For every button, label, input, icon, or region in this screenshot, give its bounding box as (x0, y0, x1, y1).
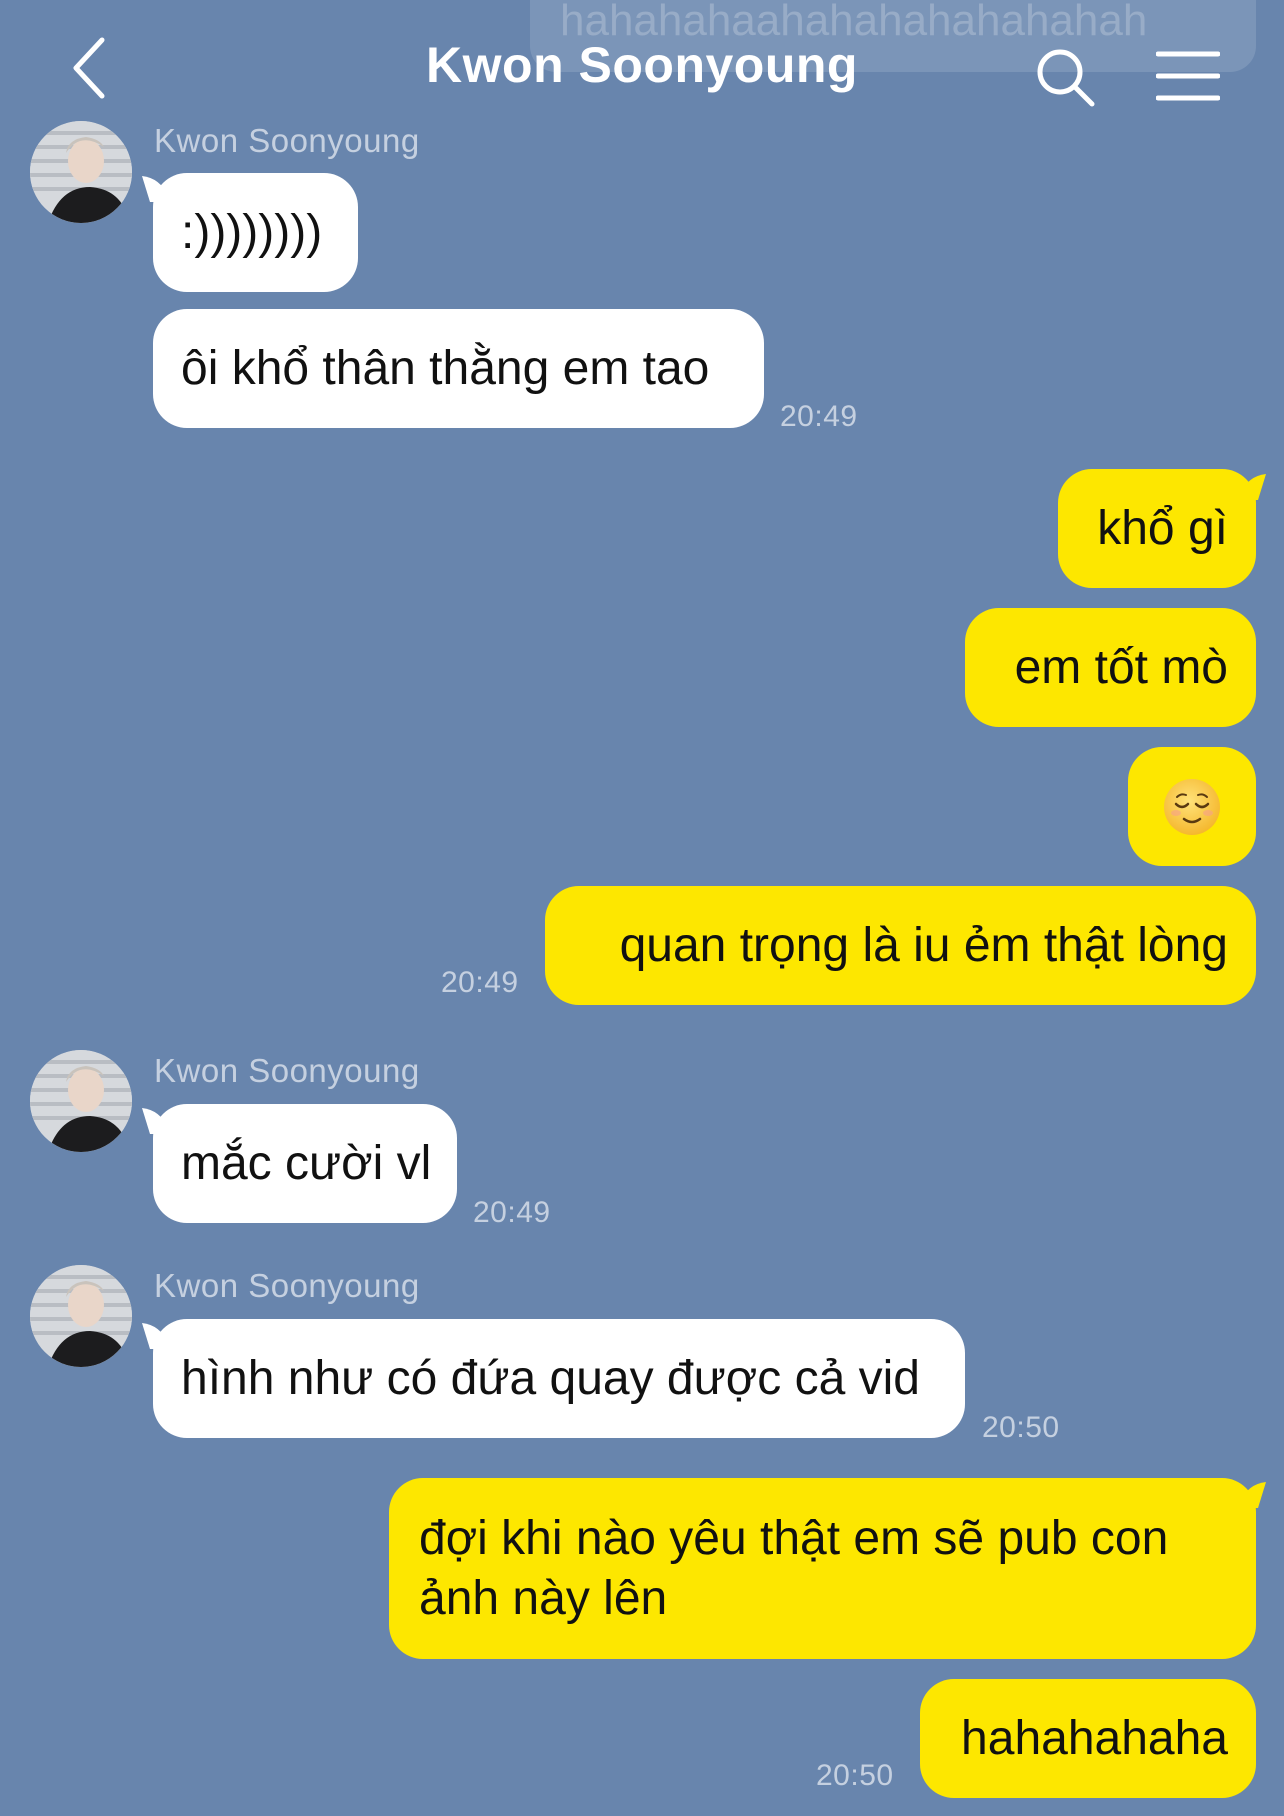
message-timestamp: 20:49 (441, 966, 519, 999)
emoji-message-bubble[interactable] (1128, 747, 1256, 866)
contact-avatar-photo (30, 1265, 132, 1367)
message-bubble[interactable]: quan trọng là iu ẻm thật lòng (545, 886, 1256, 1005)
message-bubble[interactable]: mắc cười vl (153, 1104, 457, 1223)
sender-name: Kwon Soonyoung (154, 1267, 420, 1304)
message-bubble[interactable]: khổ gì (1058, 469, 1256, 588)
menu-button[interactable] (1155, 48, 1221, 104)
contact-avatar-photo (30, 121, 132, 223)
message-timestamp: 20:49 (780, 400, 858, 433)
message-bubble[interactable]: ôi khổ thân thằng em tao (153, 309, 764, 428)
chat-header: Kwon Soonyoung (0, 0, 1284, 130)
avatar[interactable] (30, 1050, 132, 1152)
message-bubble[interactable]: :)))))))) (153, 173, 358, 292)
contact-avatar-photo (30, 1050, 132, 1152)
message-timestamp: 20:50 (982, 1411, 1060, 1444)
search-button[interactable] (1034, 46, 1098, 110)
avatar[interactable] (30, 121, 132, 223)
sender-name: Kwon Soonyoung (154, 1052, 420, 1089)
message-bubble[interactable]: đợi khi nào yêu thật em sẽ pub con ảnh n… (389, 1478, 1256, 1659)
avatar[interactable] (30, 1265, 132, 1367)
relieved-face-icon (1164, 778, 1220, 835)
search-icon (1037, 49, 1095, 107)
sender-name: Kwon Soonyoung (154, 122, 420, 159)
message-timestamp: 20:49 (473, 1196, 551, 1229)
message-timestamp: 20:50 (816, 1759, 894, 1792)
message-bubble[interactable]: hahahahaha (920, 1679, 1256, 1798)
hamburger-menu-icon (1155, 51, 1221, 101)
message-bubble[interactable]: em tốt mò (965, 608, 1256, 727)
message-bubble[interactable]: hình như có đứa quay được cả vid (153, 1319, 965, 1438)
